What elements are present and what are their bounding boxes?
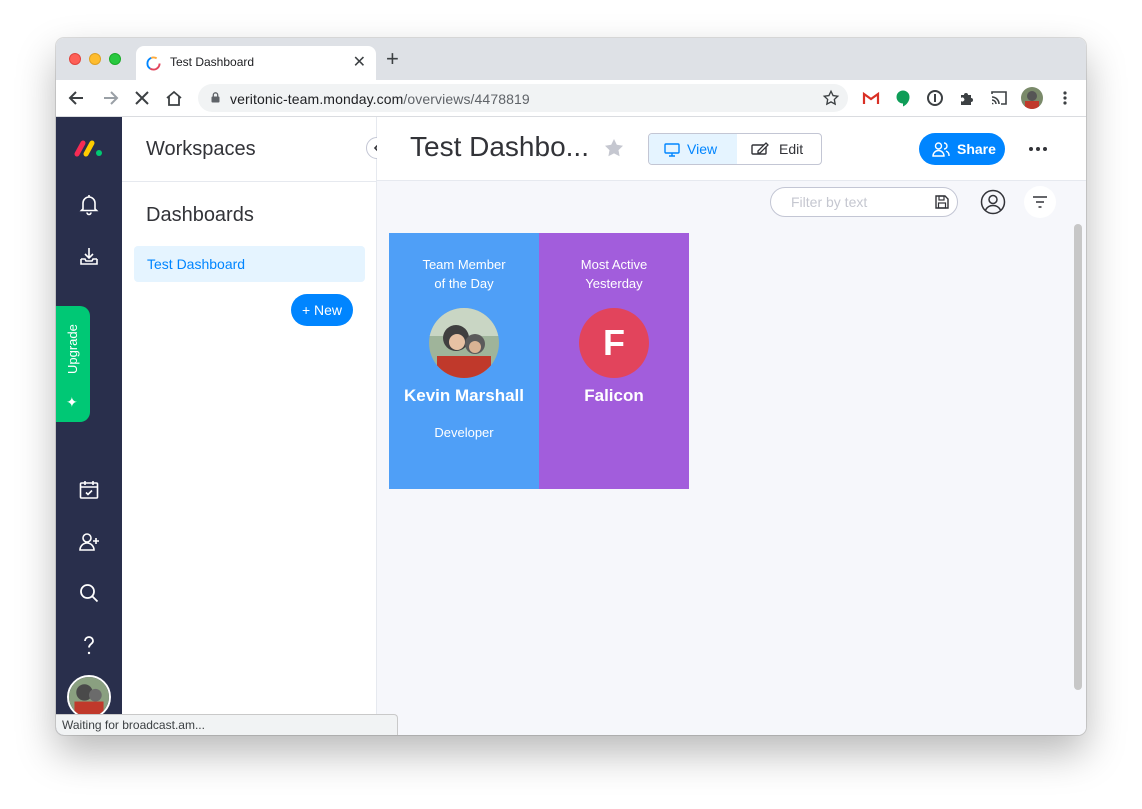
most-active-widget[interactable]: Most Active Yesterday F Falicon	[539, 233, 689, 489]
view-label: View	[687, 141, 718, 157]
onepassword-icon[interactable]	[926, 89, 944, 107]
dashboard-main: Test Dashbo... View Edit Share Filter by…	[377, 117, 1086, 735]
status-text: Waiting for broadcast.am...	[62, 718, 205, 732]
share-label: Share	[957, 141, 996, 157]
team-member-widget[interactable]: Team Member of the Day Kevin Marshall De…	[389, 233, 539, 489]
lock-icon	[211, 92, 220, 103]
view-edit-toggle: View Edit	[648, 133, 822, 165]
close-window-button[interactable]	[69, 53, 81, 65]
more-options-icon[interactable]	[1027, 139, 1049, 159]
widget-title: Team Member of the Day	[389, 255, 539, 293]
edit-pencil-icon	[751, 142, 769, 155]
home-icon[interactable]	[164, 88, 184, 108]
team-member-avatar	[429, 308, 499, 378]
dashboard-item-test-dashboard[interactable]: Test Dashboard	[134, 246, 365, 282]
hangouts-icon[interactable]	[894, 89, 912, 107]
upgrade-label: Upgrade	[65, 324, 80, 374]
browser-status-bar: Waiting for broadcast.am...	[56, 714, 398, 735]
divider	[122, 181, 377, 182]
cast-icon[interactable]	[990, 89, 1008, 107]
maximize-window-button[interactable]	[109, 53, 121, 65]
help-question-icon[interactable]	[77, 633, 101, 657]
profile-avatar-icon[interactable]	[1021, 87, 1043, 109]
filter-bar	[770, 187, 958, 217]
widget-title-line1: Team Member	[422, 257, 506, 272]
widget-title-line2: of the Day	[434, 276, 494, 291]
person-filter-icon[interactable]	[980, 189, 1006, 215]
favorite-star-icon[interactable]	[603, 137, 625, 159]
edit-label: Edit	[779, 141, 804, 157]
notifications-bell-icon[interactable]	[77, 192, 101, 216]
widget-title: Most Active Yesterday	[539, 255, 689, 293]
dashboard-title[interactable]: Test Dashbo...	[410, 131, 589, 163]
tab-strip: Test Dashboard ✕ +	[56, 38, 1086, 80]
most-active-avatar: F	[579, 308, 649, 378]
team-member-role: Developer	[434, 425, 494, 440]
left-navigation: Upgrade ✦	[56, 117, 122, 735]
view-mode-button[interactable]: View	[649, 134, 737, 164]
browser-menu-icon[interactable]	[1056, 89, 1074, 107]
filter-lines-icon	[1033, 196, 1047, 208]
most-active-name: Falicon	[584, 386, 644, 405]
monday-app: Upgrade ✦ Workspaces Dashboards Test Das…	[56, 117, 1086, 735]
stop-loading-icon[interactable]	[132, 88, 152, 108]
team-member-name: Kevin Marshall	[404, 386, 524, 405]
new-dashboard-button[interactable]: + New	[291, 294, 353, 326]
url-text: veritonic-team.monday.com/overviews/4478…	[230, 91, 530, 107]
save-filter-icon[interactable]	[934, 194, 950, 210]
workspace-panel: Workspaces Dashboards Test Dashboard + N…	[122, 117, 377, 735]
tab-close-icon[interactable]: ✕	[353, 52, 366, 72]
bookmark-star-icon[interactable]	[822, 89, 840, 107]
widgets-area: Team Member of the Day Kevin Marshall De…	[389, 233, 689, 489]
share-people-icon	[932, 142, 950, 157]
forward-arrow-icon[interactable]	[100, 88, 120, 108]
my-work-calendar-icon[interactable]	[77, 478, 101, 502]
dashboards-heading: Dashboards	[146, 204, 254, 226]
sparkle-icon: ✦	[66, 394, 78, 410]
vertical-scrollbar[interactable]	[1074, 224, 1082, 690]
workspaces-title: Workspaces	[146, 138, 256, 160]
extensions-puzzle-icon[interactable]	[958, 89, 976, 107]
browser-toolbar: veritonic-team.monday.com/overviews/4478…	[56, 80, 1086, 117]
url-host: veritonic-team.monday.com	[230, 91, 404, 107]
back-arrow-icon[interactable]	[67, 88, 87, 108]
share-button[interactable]: Share	[919, 133, 1005, 165]
filter-by-text-input[interactable]	[791, 194, 931, 210]
dashboard-header: Test Dashbo... View Edit Share	[377, 117, 1086, 181]
new-tab-button[interactable]: +	[386, 48, 399, 70]
address-bar[interactable]: veritonic-team.monday.com/overviews/4478…	[198, 84, 848, 112]
user-avatar[interactable]	[67, 675, 111, 719]
search-icon[interactable]	[77, 581, 101, 605]
inbox-download-icon[interactable]	[77, 245, 101, 269]
upgrade-button[interactable]: Upgrade ✦	[56, 306, 90, 422]
monday-logo-icon[interactable]	[73, 136, 105, 160]
sort-filter-button[interactable]	[1024, 186, 1056, 218]
widget-title-line1: Most Active	[580, 257, 648, 272]
gmail-icon[interactable]	[862, 89, 880, 107]
browser-window: Test Dashboard ✕ + veritonic-team.monday…	[56, 38, 1086, 735]
url-path: /overviews/4478819	[403, 91, 530, 107]
invite-members-icon[interactable]	[77, 530, 101, 554]
tab-title: Test Dashboard	[170, 55, 255, 69]
widget-title-line2: Yesterday	[585, 276, 643, 291]
browser-tab[interactable]: Test Dashboard ✕	[136, 46, 376, 80]
monitor-icon	[664, 143, 680, 157]
dashboard-item-label: Test Dashboard	[147, 256, 246, 272]
minimize-window-button[interactable]	[89, 53, 101, 65]
monday-favicon-icon	[146, 56, 161, 71]
